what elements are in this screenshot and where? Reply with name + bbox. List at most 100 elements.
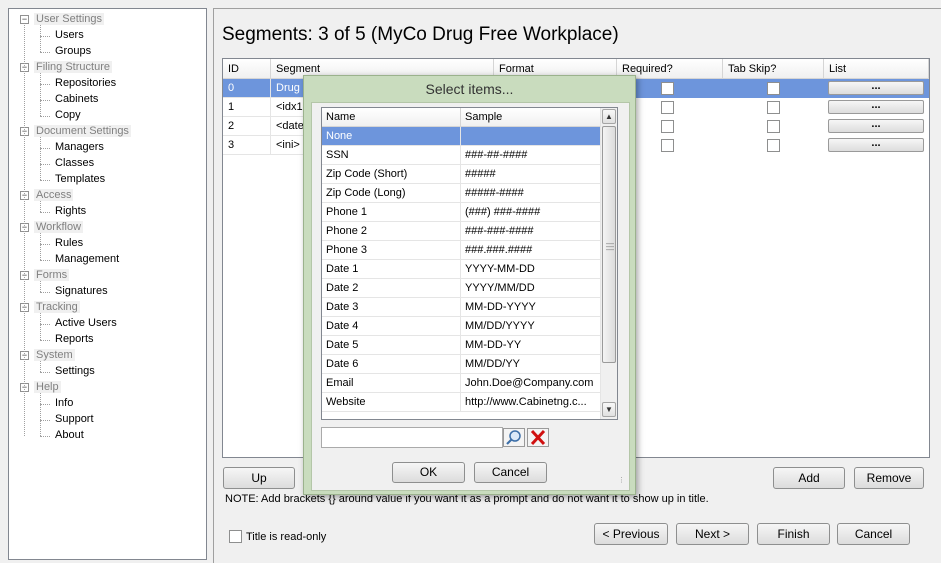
list-ellipsis-button[interactable]: ... bbox=[828, 81, 924, 95]
list-item[interactable]: Date 3 MM-DD-YYYY bbox=[322, 298, 601, 317]
select-items-dialog: Select items... Name Sample ▲ — — — ▼ None… bbox=[303, 75, 636, 495]
list-item[interactable]: SSN ###-##-#### bbox=[322, 146, 601, 165]
scroll-thumb[interactable]: — — — bbox=[602, 126, 616, 363]
column-header-tab-skip[interactable]: Tab Skip? bbox=[723, 59, 824, 79]
tree-connector bbox=[40, 25, 41, 52]
list-item[interactable]: Phone 2 ###-###-#### bbox=[322, 222, 601, 241]
column-header-list[interactable]: List bbox=[824, 59, 929, 79]
title-readonly-label: Title is read-only bbox=[246, 531, 327, 543]
list-item[interactable]: Date 4 MM/DD/YYYY bbox=[322, 317, 601, 336]
tab-skip-checkbox[interactable] bbox=[767, 82, 780, 95]
cancel-button[interactable]: Cancel bbox=[837, 523, 910, 545]
tree-connector bbox=[40, 372, 50, 373]
tree-item-groups[interactable]: Groups bbox=[53, 44, 94, 59]
tree-node-help[interactable]: Help bbox=[34, 380, 61, 395]
tree-item-cabinets[interactable]: Cabinets bbox=[53, 92, 101, 107]
list-item[interactable]: Email John.Doe@Company.com bbox=[322, 374, 601, 393]
column-header-id[interactable]: ID bbox=[223, 59, 271, 79]
tree-item-info[interactable]: Info bbox=[53, 396, 76, 411]
required-checkbox[interactable] bbox=[661, 139, 674, 152]
list-item[interactable]: Zip Code (Long) #####-#### bbox=[322, 184, 601, 203]
list-item[interactable]: Date 5 MM-DD-YY bbox=[322, 336, 601, 355]
up-button[interactable]: Up bbox=[223, 467, 295, 489]
tree-item-management[interactable]: Management bbox=[53, 252, 122, 267]
list-item[interactable]: Date 6 MM/DD/YY bbox=[322, 355, 601, 374]
red-x-icon bbox=[530, 429, 546, 446]
dialog-cancel-button[interactable]: Cancel bbox=[474, 462, 547, 483]
search-button[interactable] bbox=[503, 428, 525, 447]
tree-item-support[interactable]: Support bbox=[53, 412, 96, 427]
column-header-sample[interactable]: Sample bbox=[461, 108, 601, 127]
required-checkbox[interactable] bbox=[661, 101, 674, 114]
item-sample: (###) ###-#### bbox=[461, 203, 601, 222]
item-sample: YYYY-MM-DD bbox=[461, 260, 601, 279]
tab-skip-checkbox[interactable] bbox=[767, 139, 780, 152]
tree-node-label: Workflow bbox=[34, 221, 84, 233]
tree-item-label: Active Users bbox=[53, 317, 119, 329]
tree-item-label: Templates bbox=[53, 173, 108, 185]
tree-item-rules[interactable]: Rules bbox=[53, 236, 86, 251]
list-item[interactable]: None bbox=[322, 127, 601, 146]
tree-node-filing-structure[interactable]: Filing Structure bbox=[34, 60, 112, 75]
tree-item-users[interactable]: Users bbox=[53, 28, 86, 43]
list-item[interactable]: Phone 1 (###) ###-#### bbox=[322, 203, 601, 222]
tab-skip-checkbox[interactable] bbox=[767, 101, 780, 114]
finish-button[interactable]: Finish bbox=[757, 523, 830, 545]
tree-item-repositories[interactable]: Repositories bbox=[53, 76, 119, 91]
next-button[interactable]: Next > bbox=[676, 523, 749, 545]
collapse-icon[interactable]: − bbox=[20, 15, 29, 24]
tree-item-rights[interactable]: Rights bbox=[53, 204, 89, 219]
required-checkbox[interactable] bbox=[661, 120, 674, 133]
remove-button[interactable]: Remove bbox=[854, 467, 924, 489]
tree-item-label: Support bbox=[53, 413, 96, 425]
add-button[interactable]: Add bbox=[773, 467, 845, 489]
item-sample: ###-###-#### bbox=[461, 222, 601, 241]
column-header-name[interactable]: Name bbox=[322, 108, 461, 127]
list-item[interactable]: Zip Code (Short) ##### bbox=[322, 165, 601, 184]
items-scrollbar[interactable]: ▲ — — — ▼ bbox=[600, 108, 617, 419]
clear-search-button[interactable] bbox=[527, 428, 549, 447]
tree-item-active-users[interactable]: Active Users bbox=[53, 316, 119, 331]
tree-node-workflow[interactable]: Workflow bbox=[34, 220, 84, 235]
tree-item-label: Rights bbox=[53, 205, 89, 217]
tree-connector bbox=[40, 313, 41, 340]
tree-connector bbox=[40, 393, 41, 436]
tree-node-user-settings[interactable]: User Settings bbox=[34, 12, 105, 27]
scroll-down-icon[interactable]: ▼ bbox=[602, 402, 616, 417]
tree-connector bbox=[40, 260, 50, 261]
tree-connector bbox=[40, 201, 41, 212]
tab-skip-checkbox[interactable] bbox=[767, 120, 780, 133]
tree-item-templates[interactable]: Templates bbox=[53, 172, 108, 187]
tree-item-about[interactable]: About bbox=[53, 428, 86, 443]
list-item[interactable]: Date 1 YYYY-MM-DD bbox=[322, 260, 601, 279]
list-ellipsis-button[interactable]: ... bbox=[828, 100, 924, 114]
resize-grip-icon[interactable]: ⋮ bbox=[618, 477, 627, 488]
items-list[interactable]: Name Sample ▲ — — — ▼ None SSN ###-##-#### Zi… bbox=[321, 107, 618, 420]
dialog-ok-button[interactable]: OK bbox=[392, 462, 465, 483]
checkbox-box[interactable] bbox=[229, 530, 242, 543]
list-item[interactable]: Phone 3 ###.###.#### bbox=[322, 241, 601, 260]
tree-node-label: Help bbox=[34, 381, 61, 393]
list-item[interactable]: Website http://www.Cabinetng.c... bbox=[322, 393, 601, 412]
tree-item-reports[interactable]: Reports bbox=[53, 332, 96, 347]
previous-button[interactable]: < Previous bbox=[594, 523, 668, 545]
tree-item-classes[interactable]: Classes bbox=[53, 156, 97, 171]
list-ellipsis-button[interactable]: ... bbox=[828, 119, 924, 133]
search-input[interactable] bbox=[321, 427, 503, 448]
required-checkbox[interactable] bbox=[661, 82, 674, 95]
items-list-header: Name Sample bbox=[322, 108, 601, 127]
item-name: Date 6 bbox=[322, 355, 461, 374]
tree-item-signatures[interactable]: Signatures bbox=[53, 284, 110, 299]
tree-connector bbox=[40, 340, 50, 341]
item-name: SSN bbox=[322, 146, 461, 165]
tree-item-copy[interactable]: Copy bbox=[53, 108, 83, 123]
tree-node-document-settings[interactable]: Document Settings bbox=[34, 124, 131, 139]
tree-item-settings[interactable]: Settings bbox=[53, 364, 97, 379]
scroll-up-icon[interactable]: ▲ bbox=[602, 109, 616, 124]
tree-item-label: Copy bbox=[53, 109, 83, 121]
tree-connector bbox=[40, 244, 50, 245]
list-item[interactable]: Date 2 YYYY/MM/DD bbox=[322, 279, 601, 298]
list-ellipsis-button[interactable]: ... bbox=[828, 138, 924, 152]
tree-item-managers[interactable]: Managers bbox=[53, 140, 106, 155]
settings-tree[interactable]: − User Settings Users Groups − Filing Structu… bbox=[8, 8, 207, 560]
